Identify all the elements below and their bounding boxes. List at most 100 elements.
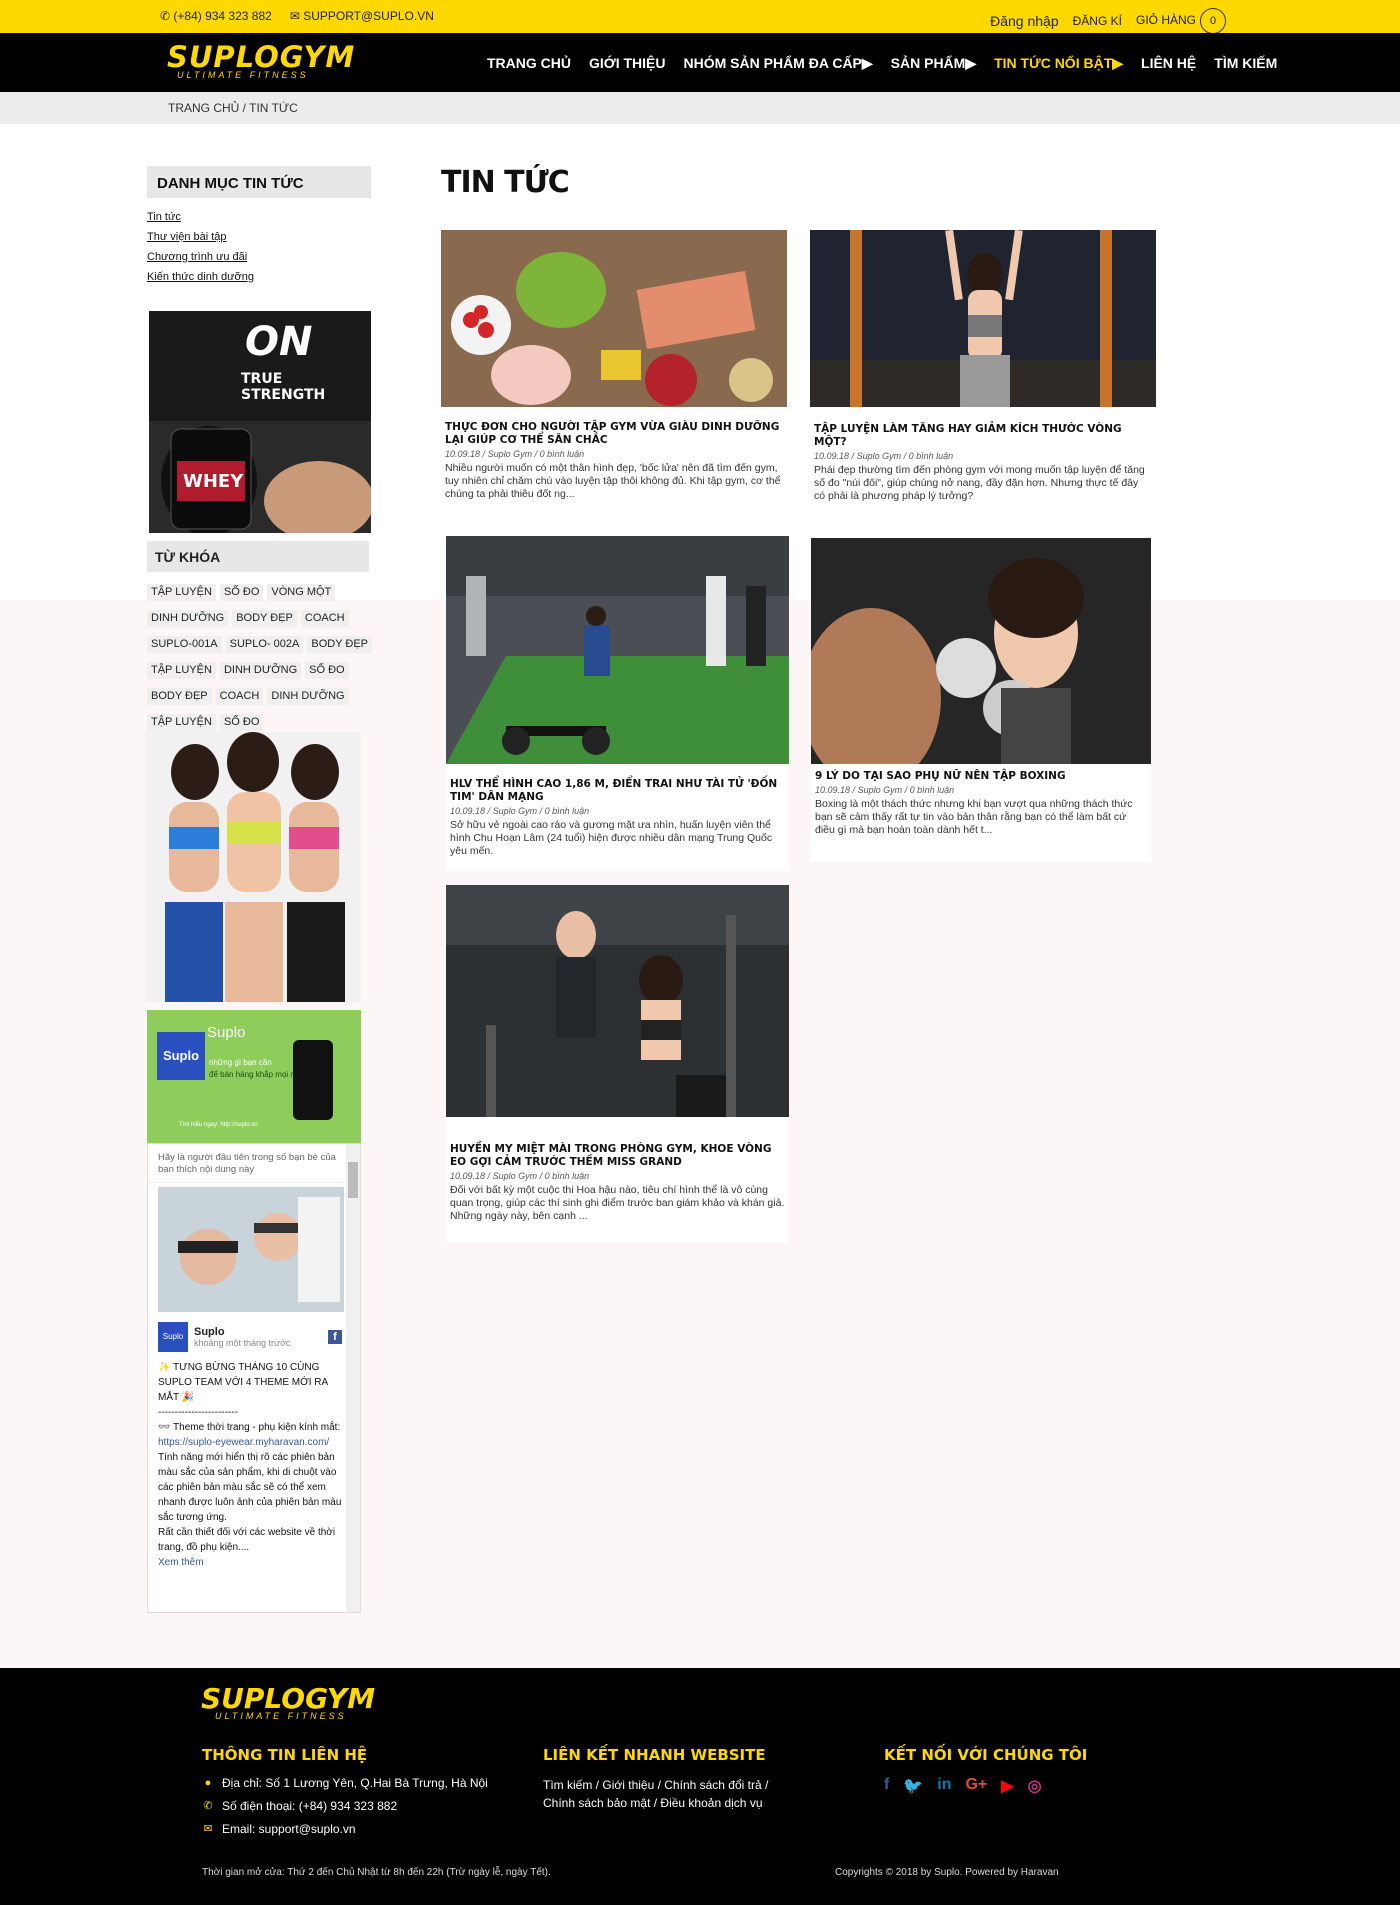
register-link[interactable]: ĐĂNG KÍ [1073,14,1122,28]
menu-item-premium-products[interactable]: NHÓM SẢN PHẨM ĐA CẤP▶ [684,55,873,72]
footer-link-about[interactable]: Giới thiệu [602,1778,654,1792]
menu-item-home[interactable]: TRANG CHỦ [487,55,571,72]
article-card[interactable]: HUYỀN MY MIỆT MÀI TRONG PHÒNG GYM, KHOE … [446,885,789,1243]
promo-banner-fitness-models[interactable] [145,732,361,1002]
article-excerpt: Phái đẹp thường tìm đến phòng gym với mo… [814,464,1145,502]
footer-social: KẾT NỐI VỚI CHÚNG TÔI f 🐦 in G+ ▶ ◎ [884,1746,1088,1796]
location-pin-icon: ● [204,1777,212,1789]
footer-link-terms[interactable]: Điều khoản dịch vụ [660,1796,762,1810]
facebook-icon[interactable]: f [884,1776,889,1796]
article-meta: 10.09.18 / Suplo Gym / 0 bình luận [450,806,590,816]
twitter-icon[interactable]: 🐦 [903,1776,923,1796]
article-excerpt: Đối với bất kỳ một cuộc thi Hoa hậu nào,… [450,1184,785,1222]
article-image[interactable] [811,538,1151,764]
tag[interactable]: SỐ ĐO [219,714,264,731]
tag[interactable]: BODY ĐẸP [147,688,212,705]
widget-scrollbar[interactable] [346,1144,360,1612]
cart-link[interactable]: GIỎ HÀNG 0 [1136,8,1226,34]
tag[interactable]: SUPLO- 002A [225,636,304,653]
footer-logo[interactable]: SUPLOGYM ULTIMATE FITNESS [201,1682,375,1721]
category-link-promotions[interactable]: Chương trình ưu đãi [147,251,371,263]
phone-icon: ✆ [203,1800,213,1812]
copyright: Copyrights © 2018 by Suplo. Powered by H… [835,1867,1059,1878]
facebook-icon[interactable]: f [328,1330,342,1344]
article-meta: 10.09.18 / Suplo Gym / 0 bình luận [450,1171,590,1181]
top-bar: ✆ (+84) 934 323 882 ✉ SUPPORT@SUPLO.VN Đ… [0,0,1400,34]
tag[interactable]: DINH DƯỠNG [267,688,349,705]
tag[interactable]: TẬP LUYỆN [147,584,216,601]
facebook-page-widget: Hãy là người đầu tiên trong số bạn bè củ… [147,1143,361,1613]
footer-link-returns[interactable]: Chính sách đổi trả [664,1778,761,1792]
tag[interactable]: TẬP LUYỆN [147,714,216,731]
tag-cloud: TẬP LUYỆN SỐ ĐO VÒNG MỘT DINH DƯỠNG BODY… [147,584,377,740]
tag[interactable]: COACH [215,688,264,705]
article-image[interactable] [446,885,789,1117]
see-more-link[interactable]: Xem thêm [158,1555,342,1570]
footer-link-privacy[interactable]: Chính sách bảo mật [543,1796,650,1810]
footer-contact: THÔNG TIN LIÊN HỆ ● Địa chỉ: Số 1 Lương Y… [202,1746,488,1836]
article-excerpt: Boxing là một thách thức nhưng khi bạn v… [815,798,1133,836]
article-excerpt: Sở hữu vẻ ngoài cao ráo và gương mặt ưa … [450,819,773,857]
phone-contact[interactable]: ✆ (+84) 934 323 882 [160,9,272,23]
instagram-icon[interactable]: ◎ [1028,1776,1042,1796]
article-title[interactable]: HLV THỂ HÌNH CAO 1,86 M, ĐIỂN TRAI NHƯ T… [450,778,785,804]
menu-item-featured-news[interactable]: TIN TỨC NỔI BẬT▶ [994,55,1123,72]
tag[interactable]: SUPLO-001A [147,636,222,653]
tag[interactable]: COACH [300,610,349,627]
menu-item-about[interactable]: GIỚI THIỆU [589,55,666,72]
category-list: Tin tức Thư viện bài tập Chương trình ưu… [147,211,371,283]
page-title: TIN TỨC [441,165,570,200]
email-contact[interactable]: ✉ SUPPORT@SUPLO.VN [290,9,434,23]
article-card[interactable]: TẬP LUYỆN LÀM TĂNG HAY GIẢM KÍCH THƯỚC V… [810,230,1156,502]
tag[interactable]: DINH DƯỠNG [147,610,229,627]
article-image[interactable] [441,230,787,407]
article-title[interactable]: HUYỀN MY MIỆT MÀI TRONG PHÒNG GYM, KHOE … [450,1143,785,1169]
eyewear-link[interactable]: https://suplo-eyewear.myharavan.com/ [158,1437,329,1448]
tag[interactable]: SỐ ĐO [219,584,264,601]
youtube-icon[interactable]: ▶ [1001,1776,1013,1796]
article-card[interactable]: 9 LÝ DO TẠI SAO PHỤ NỮ NÊN TẬP BOXING 10… [811,538,1151,862]
tag[interactable]: TẬP LUYỆN [147,662,216,679]
sidebar: DANH MỤC TIN TỨC Tin tức Thư viện bài tậ… [147,166,371,291]
category-link-news[interactable]: Tin tức [147,211,371,223]
breadcrumb[interactable]: TRANG CHỦ / TIN TỨC [168,101,298,115]
main-menu: TRANG CHỦ GIỚI THIỆU NHÓM SẢN PHẨM ĐA CẤ… [487,55,1295,72]
site-footer: SUPLOGYM ULTIMATE FITNESS THÔNG TIN LIÊN… [0,1668,1400,1905]
article-excerpt: Nhiều người muốn có một thân hình đẹp, '… [445,462,781,500]
tag[interactable]: VÒNG MỘT [267,584,336,601]
article-meta: 10.09.18 / Suplo Gym / 0 bình luận [815,785,955,795]
phone-mockup [293,1040,333,1120]
breadcrumb-bar: TRANG CHỦ / TIN TỨC [0,92,1400,124]
linkedin-icon[interactable]: in [937,1776,951,1796]
tag[interactable]: SỐ ĐO [305,662,349,679]
menu-item-products[interactable]: SẢN PHẨM▶ [891,55,976,72]
article-image[interactable] [810,230,1156,407]
article-card[interactable]: THỰC ĐƠN CHO NGƯỜI TẬP GYM VỪA GIÀU DINH… [441,230,787,500]
envelope-icon: ✉ [203,1823,213,1835]
page-avatar[interactable]: Suplo [158,1322,188,1352]
article-card[interactable]: HLV THỂ HÌNH CAO 1,86 M, ĐIỂN TRAI NHƯ T… [446,536,789,871]
article-image[interactable] [446,536,789,764]
article-title[interactable]: 9 LÝ DO TẠI SAO PHỤ NỮ NÊN TẬP BOXING [815,770,1147,783]
footer-quick-links: LIÊN KẾT NHANH WEBSITE Tìm kiếm / Giới t… [543,1746,769,1810]
article-title[interactable]: TẬP LUYỆN LÀM TĂNG HAY GIẢM KÍCH THƯỚC V… [814,423,1152,449]
menu-item-contact[interactable]: LIÊN HỆ [1141,55,1196,72]
article-title[interactable]: THỰC ĐƠN CHO NGƯỜI TẬP GYM VỪA GIÀU DINH… [445,421,783,447]
facebook-cover-image[interactable] [158,1187,344,1312]
footer-link-search[interactable]: Tìm kiếm [543,1778,592,1792]
tag[interactable]: BODY ĐẸP [307,636,373,653]
tag[interactable]: DINH DƯỠNG [219,662,302,679]
category-link-nutrition[interactable]: Kiến thức dinh dưỡng [147,271,371,283]
promo-banner-whey[interactable]: ON TRUE STRENGTH WHEY [149,311,371,533]
categories-heading: DANH MỤC TIN TỨC [147,166,371,198]
suplo-logo-icon: Suplo [157,1032,205,1080]
tag[interactable]: BODY ĐẸP [232,610,297,627]
category-link-workouts[interactable]: Thư viện bài tập [147,231,371,243]
google-plus-icon[interactable]: G+ [965,1776,987,1796]
main-navbar: SUPLOGYM ULTIMATE FITNESS TRANG CHỦ GIỚI… [0,33,1400,92]
menu-item-search[interactable]: TÌM KIẾM [1214,55,1277,72]
site-logo[interactable]: SUPLOGYM ULTIMATE FITNESS [167,40,354,88]
promo-banner-suplo[interactable]: Suplo Suplo những gì bạn cần để bán hàng… [147,1010,361,1143]
article-meta: 10.09.18 / Suplo Gym / 0 bình luận [814,451,954,461]
login-link[interactable]: Đăng nhập [990,13,1059,29]
